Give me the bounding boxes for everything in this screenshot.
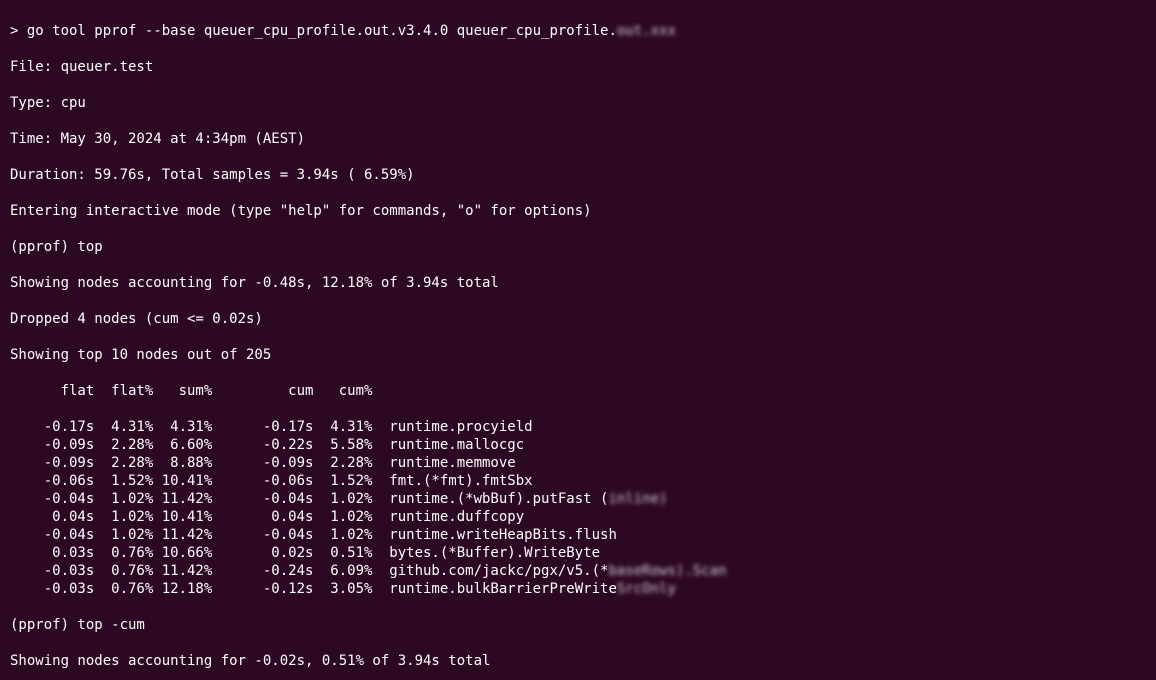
top1-showing-top: Showing top 10 nodes out of 205 — [10, 346, 1146, 364]
header-time: Time: May 30, 2024 at 4:34pm (AEST) — [10, 130, 1146, 148]
header-file: File: queuer.test — [10, 58, 1146, 76]
top1-row: -0.03s 0.76% 12.18% -0.12s 3.05% runtime… — [10, 580, 1146, 598]
top1-row: -0.06s 1.52% 10.41% -0.06s 1.52% fmt.(*f… — [10, 472, 1146, 490]
top1-row: -0.17s 4.31% 4.31% -0.17s 4.31% runtime.… — [10, 418, 1146, 436]
header-type: Type: cpu — [10, 94, 1146, 112]
top2-showing-nodes: Showing nodes accounting for -0.02s, 0.5… — [10, 652, 1146, 670]
top1-row: -0.03s 0.76% 11.42% -0.24s 6.09% github.… — [10, 562, 1146, 580]
top1-dropped: Dropped 4 nodes (cum <= 0.02s) — [10, 310, 1146, 328]
top1-row: -0.09s 2.28% 8.88% -0.09s 2.28% runtime.… — [10, 454, 1146, 472]
top1-showing-nodes: Showing nodes accounting for -0.48s, 12.… — [10, 274, 1146, 292]
top1-row: -0.04s 1.02% 11.42% -0.04s 1.02% runtime… — [10, 490, 1146, 508]
header-interactive: Entering interactive mode (type "help" f… — [10, 202, 1146, 220]
pprof-prompt-top: (pprof) top — [10, 238, 1146, 256]
top1-row: -0.09s 2.28% 6.60% -0.22s 5.58% runtime.… — [10, 436, 1146, 454]
top1-row: -0.04s 1.02% 11.42% -0.04s 1.02% runtime… — [10, 526, 1146, 544]
top1-row: 0.04s 1.02% 10.41% 0.04s 1.02% runtime.d… — [10, 508, 1146, 526]
top1-column-header: flat flat% sum% cum cum% — [10, 382, 1146, 400]
header-duration: Duration: 59.76s, Total samples = 3.94s … — [10, 166, 1146, 184]
top1-row: 0.03s 0.76% 10.66% 0.02s 0.51% bytes.(*B… — [10, 544, 1146, 562]
terminal-output[interactable]: > go tool pprof --base queuer_cpu_profil… — [0, 0, 1156, 680]
pprof-prompt-top-cum: (pprof) top -cum — [10, 616, 1146, 634]
command-line: > go tool pprof --base queuer_cpu_profil… — [10, 22, 1146, 40]
